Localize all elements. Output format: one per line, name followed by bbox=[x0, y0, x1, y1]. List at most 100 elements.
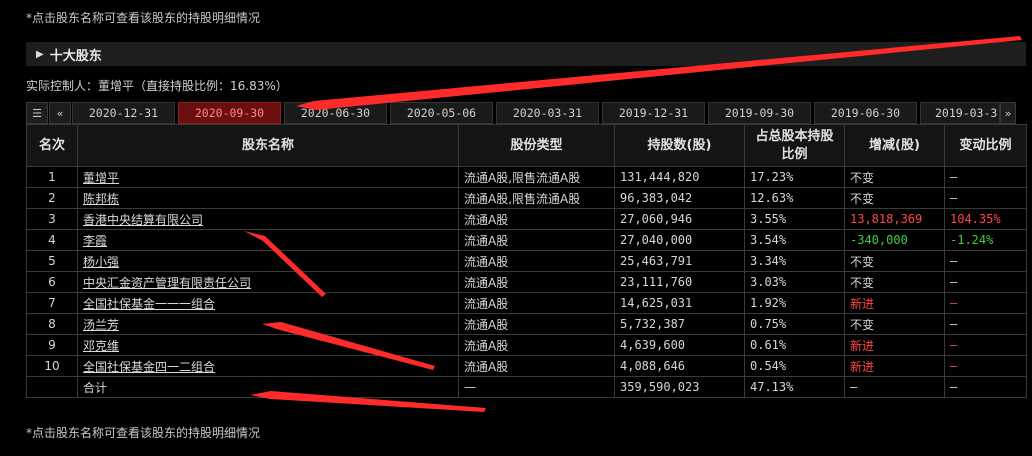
table-row: 7 全国社保基金一一一组合 流通A股 14,625,031 1.92% 新进 — bbox=[26, 292, 1027, 314]
tab-date[interactable]: 2020-06-30 bbox=[284, 102, 387, 124]
table-row: 10 全国社保基金四一二组合 流通A股 4,088,646 0.54% 新进 — bbox=[26, 355, 1027, 377]
share-type-cell: 流通A股 bbox=[458, 250, 615, 272]
shares-held-cell: 131,444,820 bbox=[614, 166, 745, 188]
rank-cell: 3 bbox=[26, 208, 78, 230]
holder-name-link[interactable]: 香港中央结算有限公司 bbox=[83, 213, 203, 227]
holder-name-link[interactable]: 陈邦栋 bbox=[83, 192, 119, 206]
header-rank: 名次 bbox=[26, 124, 78, 167]
shares-held-cell: 96,383,042 bbox=[614, 187, 745, 209]
tab-date[interactable]: 2020-03-31 bbox=[496, 102, 599, 124]
holder-name-link[interactable]: 李霞 bbox=[83, 234, 107, 248]
scroll-left-icon[interactable]: « bbox=[49, 102, 71, 124]
table-row: 2 陈邦栋 流通A股,限售流通A股 96,383,042 12.63% 不变 — bbox=[26, 187, 1027, 209]
shares-held-cell: 5,732,387 bbox=[614, 313, 745, 335]
holder-name-link[interactable]: 杨小强 bbox=[83, 255, 119, 269]
share-ratio-cell: 3.03% bbox=[744, 271, 845, 293]
share-ratio-cell: 0.75% bbox=[744, 313, 845, 335]
rank-cell: 9 bbox=[26, 334, 78, 356]
rank-cell: 5 bbox=[26, 250, 78, 272]
header-holder-name: 股东名称 bbox=[77, 124, 459, 167]
share-type-cell: 流通A股 bbox=[458, 208, 615, 230]
change-ratio-cell: — bbox=[944, 292, 1027, 314]
share-ratio-cell: 3.34% bbox=[744, 250, 845, 272]
change-cell: 不变 bbox=[844, 166, 945, 188]
holder-name-link[interactable]: 全国社保基金一一一组合 bbox=[83, 297, 215, 311]
total-label-cell: 合计 bbox=[77, 376, 459, 398]
change-ratio-cell: — bbox=[944, 355, 1027, 377]
holder-name-cell: 杨小强 bbox=[77, 250, 459, 272]
tab-date[interactable]: 2020-05-06 bbox=[390, 102, 493, 124]
shares-held-cell: 359,590,023 bbox=[614, 376, 745, 398]
share-ratio-cell: 3.54% bbox=[744, 229, 845, 251]
tab-date[interactable]: 2020-09-30 bbox=[178, 102, 281, 124]
table-row: 9 邓克维 流通A股 4,639,600 0.61% 新进 — bbox=[26, 334, 1027, 356]
share-ratio-cell: 47.13% bbox=[744, 376, 845, 398]
scroll-right-icon[interactable]: » bbox=[1000, 102, 1016, 124]
shares-held-cell: 4,639,600 bbox=[614, 334, 745, 356]
tab-date[interactable]: 2019-09-30 bbox=[708, 102, 811, 124]
change-cell: 不变 bbox=[844, 271, 945, 293]
shares-held-cell: 23,111,760 bbox=[614, 271, 745, 293]
table-row: 6 中央汇金资产管理有限责任公司 流通A股 23,111,760 3.03% 不变 — bbox=[26, 271, 1027, 293]
rank-cell: 4 bbox=[26, 229, 78, 251]
table-row: 4 李霞 流通A股 27,040,000 3.54% -340,000 -1.24% bbox=[26, 229, 1027, 251]
holder-name-link[interactable]: 全国社保基金四一二组合 bbox=[83, 360, 215, 374]
change-cell: -340,000 bbox=[844, 229, 945, 251]
table-row: 5 杨小强 流通A股 25,463,791 3.34% 不变 — bbox=[26, 250, 1027, 272]
rank-cell: 1 bbox=[26, 166, 78, 188]
holder-name-cell: 中央汇金资产管理有限责任公司 bbox=[77, 271, 459, 293]
share-type-cell: — bbox=[458, 376, 615, 398]
share-ratio-cell: 3.55% bbox=[744, 208, 845, 230]
top-ten-holders-table: 名次 股东名称 股份类型 持股数(股) 占总股本持股比例 增减(股) 变动比例 … bbox=[26, 124, 1027, 398]
rank-cell: 7 bbox=[26, 292, 78, 314]
rank-cell: 8 bbox=[26, 313, 78, 335]
share-ratio-cell: 1.92% bbox=[744, 292, 845, 314]
holder-name-cell: 汤兰芳 bbox=[77, 313, 459, 335]
change-cell: 不变 bbox=[844, 313, 945, 335]
change-cell: 新进 bbox=[844, 334, 945, 356]
share-type-cell: 流通A股 bbox=[458, 355, 615, 377]
tab-date[interactable]: 2019-06-30 bbox=[814, 102, 917, 124]
change-ratio-cell: 104.35% bbox=[944, 208, 1027, 230]
table-header-row: 名次 股东名称 股份类型 持股数(股) 占总股本持股比例 增减(股) 变动比例 bbox=[26, 124, 1027, 167]
share-type-cell: 流通A股,限售流通A股 bbox=[458, 166, 615, 188]
change-cell: 13,818,369 bbox=[844, 208, 945, 230]
section-title: 十大股东 bbox=[49, 48, 102, 64]
table-row: 1 董增平 流通A股,限售流通A股 131,444,820 17.23% 不变 — bbox=[26, 166, 1027, 188]
change-ratio-cell: — bbox=[944, 313, 1027, 335]
share-type-cell: 流通A股,限售流通A股 bbox=[458, 187, 615, 209]
shares-held-cell: 27,060,946 bbox=[614, 208, 745, 230]
holder-name-cell: 董增平 bbox=[77, 166, 459, 188]
actual-controller-text: 实际控制人：董增平（直接持股比例：16.83%） bbox=[26, 79, 288, 93]
share-ratio-cell: 12.63% bbox=[744, 187, 845, 209]
tab-date[interactable]: 2019-03-3 bbox=[920, 102, 1000, 124]
section-header-top-ten-holders[interactable]: ▶ 十大股东 bbox=[26, 42, 1026, 66]
list-menu-icon[interactable]: ☰ bbox=[26, 102, 48, 124]
holder-name-link[interactable]: 董增平 bbox=[83, 171, 119, 185]
header-change-ratio: 变动比例 bbox=[944, 124, 1027, 167]
tab-date[interactable]: 2019-12-31 bbox=[602, 102, 705, 124]
header-shares-held: 持股数(股) bbox=[614, 124, 745, 167]
change-ratio-cell: — bbox=[944, 187, 1027, 209]
holder-name-link[interactable]: 邓克维 bbox=[83, 339, 119, 353]
share-type-cell: 流通A股 bbox=[458, 229, 615, 251]
share-type-cell: 流通A股 bbox=[458, 271, 615, 293]
report-date-tabs: ☰ « 2020-12-31 2020-09-30 2020-06-30 2020-0… bbox=[26, 102, 1026, 124]
share-ratio-cell: 0.54% bbox=[744, 355, 845, 377]
tab-date[interactable]: 2020-12-31 bbox=[72, 102, 175, 124]
shares-held-cell: 27,040,000 bbox=[614, 229, 745, 251]
change-cell: — bbox=[844, 376, 945, 398]
change-ratio-cell: — bbox=[944, 334, 1027, 356]
change-ratio-cell: — bbox=[944, 376, 1027, 398]
shares-held-cell: 25,463,791 bbox=[614, 250, 745, 272]
holder-name-cell: 邓克维 bbox=[77, 334, 459, 356]
holder-name-cell: 全国社保基金四一二组合 bbox=[77, 355, 459, 377]
holder-name-link[interactable]: 汤兰芳 bbox=[83, 318, 119, 332]
holder-name-cell: 香港中央结算有限公司 bbox=[77, 208, 459, 230]
share-type-cell: 流通A股 bbox=[458, 334, 615, 356]
table-total-row: 合计 —359,590,023 47.13% — — bbox=[26, 376, 1027, 398]
rank-cell: 10 bbox=[26, 355, 78, 377]
change-cell: 不变 bbox=[844, 187, 945, 209]
holder-name-link[interactable]: 中央汇金资产管理有限责任公司 bbox=[83, 276, 251, 290]
hint-text-top: *点击股东名称可查看该股东的持股明细情况 bbox=[26, 11, 261, 25]
